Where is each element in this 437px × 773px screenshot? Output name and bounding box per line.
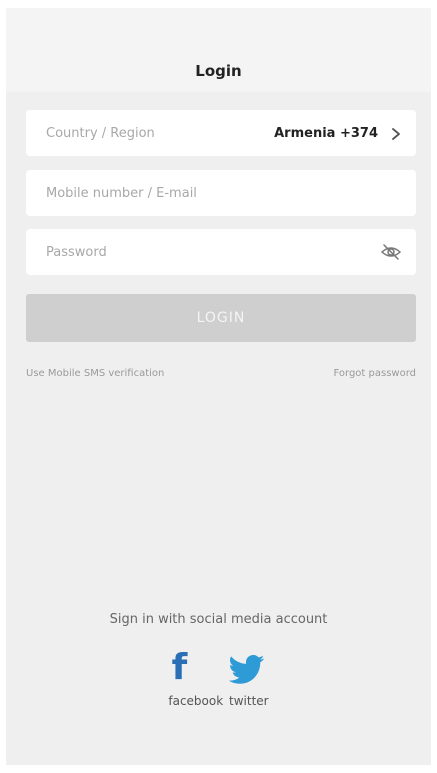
password-input[interactable] (46, 244, 380, 260)
social-login-buttons: f (6, 647, 431, 688)
login-screen: Login Country / Region Armenia +374 LOGI… (6, 8, 431, 765)
social-login-title: Sign in with social media account (109, 612, 328, 627)
eye-off-icon[interactable] (380, 243, 402, 261)
login-button[interactable]: LOGIN (26, 294, 416, 342)
country-region-value: Armenia +374 (274, 125, 378, 141)
account-field[interactable] (26, 170, 416, 216)
facebook-label: facebook (168, 694, 224, 708)
twitter-label: twitter (229, 694, 269, 708)
sms-verification-link[interactable]: Use Mobile SMS verification (26, 368, 164, 379)
header-bar: Login (6, 8, 431, 92)
auxiliary-links: Use Mobile SMS verification Forgot passw… (26, 368, 416, 379)
social-labels: facebook twitter (6, 694, 431, 708)
account-input[interactable] (46, 185, 402, 201)
facebook-login-button[interactable]: f (171, 647, 188, 688)
password-field[interactable] (26, 229, 416, 275)
country-region-selector[interactable]: Country / Region Armenia +374 (26, 110, 416, 156)
twitter-login-button[interactable] (229, 651, 265, 685)
twitter-icon (229, 651, 265, 685)
page-title: Login (195, 62, 242, 80)
facebook-icon: f (171, 647, 188, 688)
facebook-glyph: f (171, 647, 188, 688)
country-region-label: Country / Region (46, 125, 155, 141)
chevron-right-icon (390, 126, 402, 140)
forgot-password-link[interactable]: Forgot password (334, 368, 417, 379)
